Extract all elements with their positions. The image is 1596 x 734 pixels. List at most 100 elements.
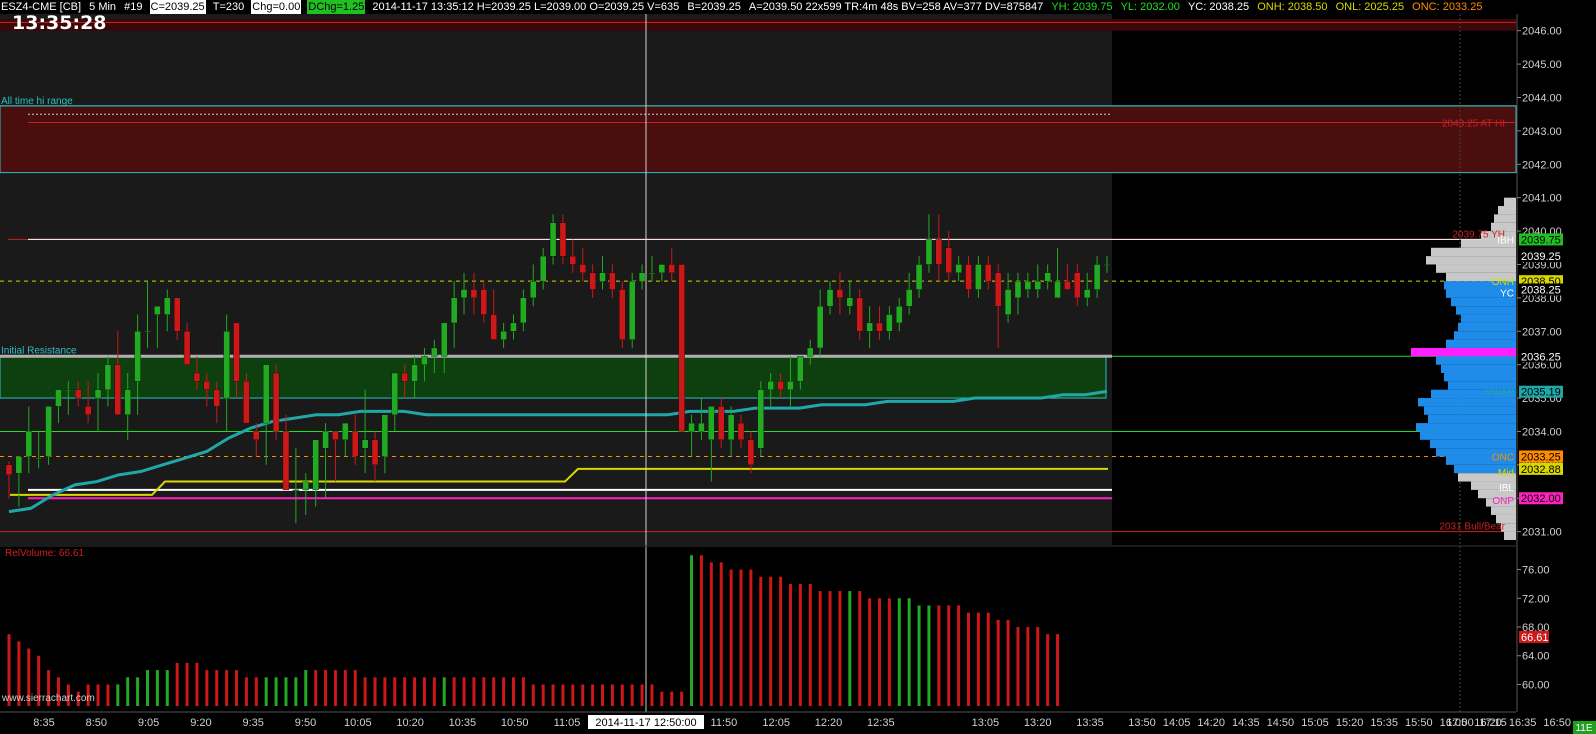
- candle-body: [45, 406, 52, 457]
- price-chart[interactable]: All time hi range Initial Resistance 2043.…: [0, 0, 1596, 734]
- volume-bar: [353, 670, 357, 706]
- candle-body: [5, 464, 13, 476]
- profile-bar: [1416, 423, 1516, 432]
- price-tick-label: 2031.00: [1522, 527, 1562, 539]
- price-tag: 2035.19: [1521, 387, 1561, 399]
- candle-body: [154, 306, 161, 315]
- candle-body: [896, 306, 903, 324]
- candle-body: [15, 456, 23, 474]
- time-tick-label: 13:20: [1024, 717, 1052, 729]
- candle-body: [55, 389, 62, 407]
- candle-body: [431, 347, 438, 357]
- candle-body: [470, 289, 478, 299]
- cursor-time-tag: 2014-11-17 12:50:00: [595, 717, 696, 729]
- time-tick-label: 15:35: [1370, 717, 1398, 729]
- candle-body: [342, 422, 349, 440]
- candle-body: [1004, 289, 1012, 315]
- volume-bar: [284, 677, 288, 706]
- candle-body: [915, 264, 923, 290]
- price-tick-label: 2037.00: [1522, 326, 1562, 338]
- profile-bar: [1456, 306, 1516, 315]
- candle-body: [302, 481, 309, 491]
- session-shading: [0, 14, 1112, 545]
- trade-count: T=230: [212, 1, 245, 13]
- profile-bar: [1424, 406, 1516, 415]
- close-value: C=2039.25: [149, 0, 206, 14]
- volume-bar: [511, 677, 515, 706]
- volume-bar: [769, 576, 773, 706]
- volume-bar: [917, 605, 921, 706]
- candle-body: [263, 364, 270, 424]
- volume-bar: [185, 662, 189, 706]
- volume-bar: [739, 569, 743, 706]
- volume-bar: [205, 670, 209, 706]
- time-tick-label: 12:05: [762, 717, 790, 729]
- price-tick-label: 2046.00: [1522, 26, 1562, 38]
- candle-body: [856, 297, 863, 332]
- candle-body: [1044, 272, 1051, 282]
- profile-bar: [1436, 264, 1516, 273]
- profile-bar: [1428, 414, 1516, 424]
- candle-body: [1024, 281, 1032, 290]
- candle-body: [925, 239, 933, 265]
- volume-bar: [393, 677, 397, 706]
- volume-bar: [274, 677, 278, 706]
- candle-body: [292, 489, 300, 492]
- candle-body: [243, 381, 250, 424]
- profile-bar: [1504, 197, 1516, 207]
- volume-bar: [788, 583, 792, 706]
- volume-tick-label: 64.00: [1522, 651, 1550, 663]
- profile-bar: [1411, 347, 1516, 357]
- volume-bar: [1046, 634, 1050, 706]
- corner-badge: 11E: [1575, 723, 1592, 734]
- candle-body: [233, 322, 240, 382]
- time-tick-label: 13:50: [1128, 717, 1156, 729]
- volume-bar: [531, 684, 535, 706]
- time-tick-label: 10:05: [344, 717, 372, 729]
- candle-body: [480, 289, 487, 315]
- volume-bar: [640, 684, 644, 706]
- volume-bar: [798, 583, 802, 706]
- candle-body: [213, 389, 220, 407]
- profile-bar: [1458, 322, 1516, 332]
- candle-body: [1054, 281, 1061, 299]
- volume-bar: [1006, 619, 1010, 706]
- profile-bar: [1494, 214, 1516, 223]
- volume-bar: [155, 670, 159, 706]
- volume-bar: [947, 605, 951, 706]
- time-tick-label: 16:35: [1509, 717, 1537, 729]
- volume-bar: [907, 598, 911, 706]
- volume-bar: [175, 662, 179, 706]
- volume-bar: [680, 691, 684, 706]
- candle-body: [1103, 264, 1111, 266]
- time-tick-label: 13:35: [1076, 717, 1104, 729]
- price-tag: 2032.88: [1521, 464, 1561, 476]
- volume-bar: [126, 677, 130, 706]
- candle-body: [668, 264, 675, 273]
- candle-body: [787, 381, 794, 390]
- bid-value: B=2039.25: [687, 1, 741, 13]
- candle-body: [698, 422, 705, 432]
- volume-bar: [759, 576, 763, 706]
- candle-body: [1014, 281, 1022, 299]
- volume-bar: [136, 677, 140, 706]
- candle-body: [25, 431, 32, 457]
- overnight-close: ONC: 2033.25: [1412, 1, 1483, 13]
- volume-bar: [165, 670, 169, 706]
- time-tick-label: 9:50: [295, 717, 316, 729]
- volume-bar: [195, 662, 199, 706]
- volume-bar: [887, 598, 891, 706]
- volume-bar: [1056, 634, 1060, 706]
- volume-bar: [462, 677, 466, 706]
- volume-bar: [976, 612, 980, 706]
- yesterday-low: YL: 2032.00: [1120, 1, 1180, 13]
- candle-body: [203, 381, 210, 390]
- time-tick-label: 15:50: [1405, 717, 1433, 729]
- candle-body: [678, 264, 685, 432]
- volume-bar: [877, 598, 881, 706]
- candle-body: [767, 381, 774, 390]
- label-all-time-hi-range: All time hi range: [1, 96, 73, 107]
- candle-body: [945, 247, 952, 273]
- profile-bar: [1420, 431, 1516, 440]
- volume-bar: [967, 612, 971, 706]
